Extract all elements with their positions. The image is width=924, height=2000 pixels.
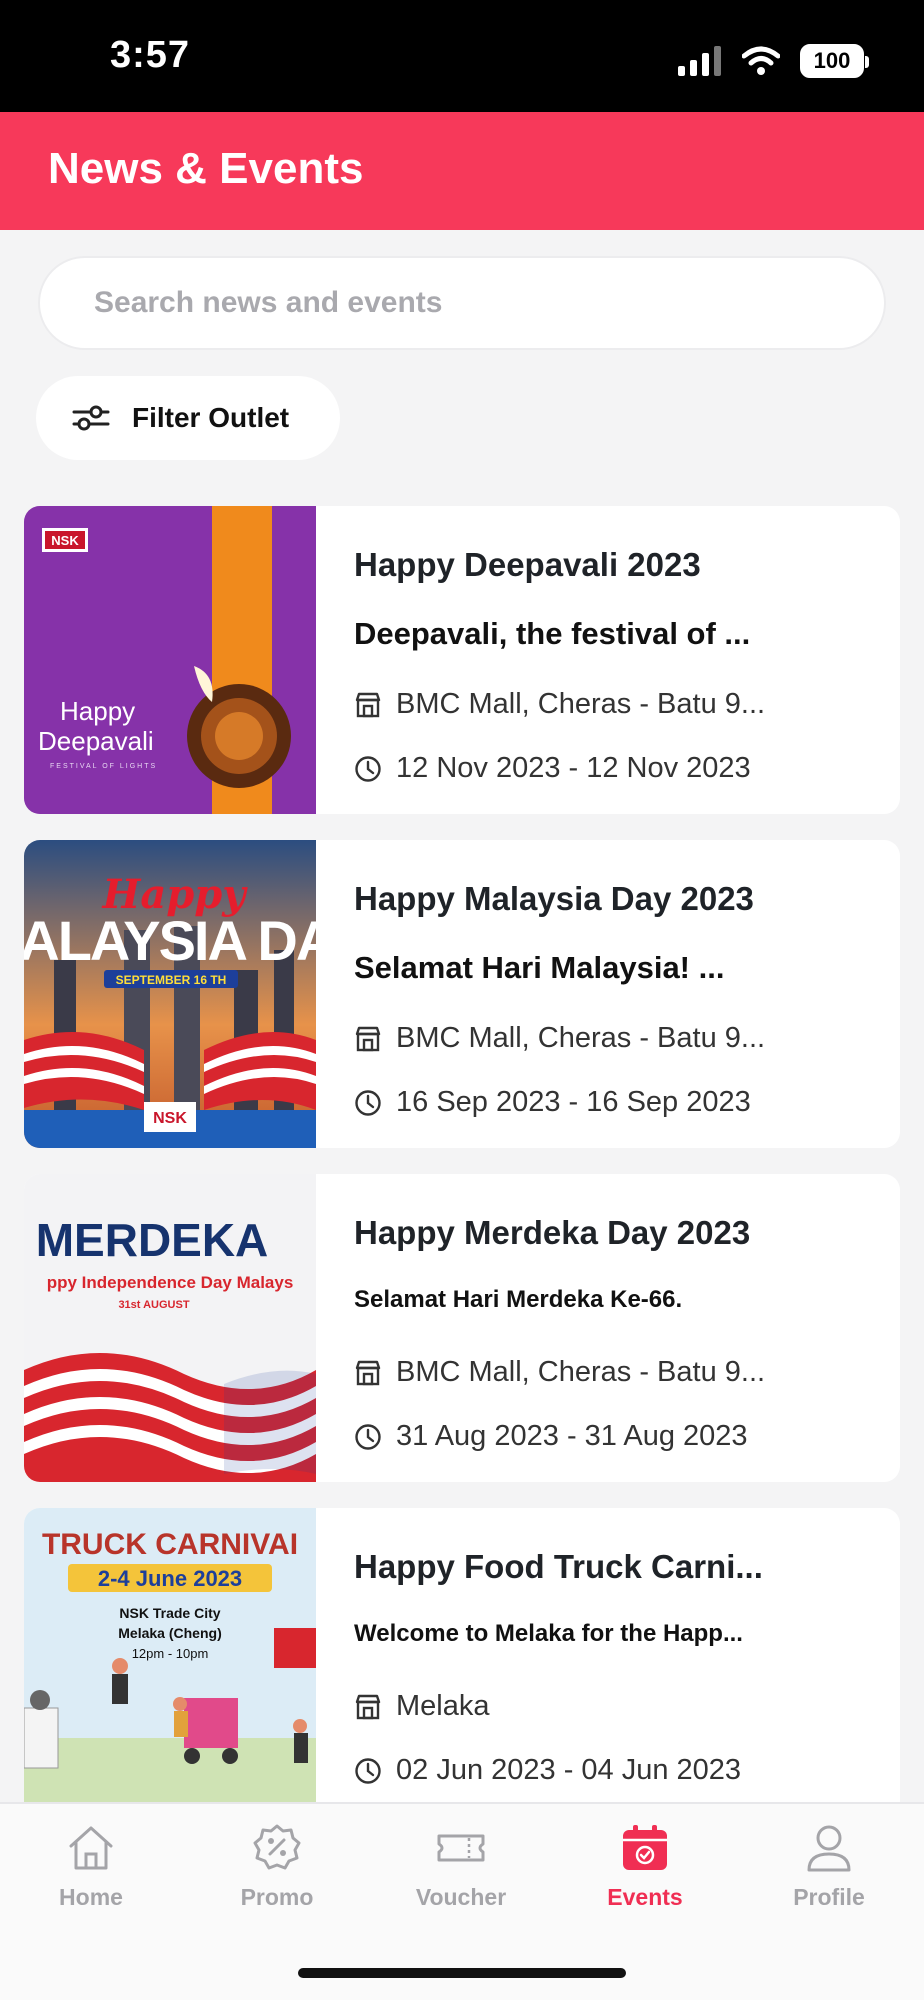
profile-icon: [807, 1825, 851, 1872]
event-outlet-row: BMC Mall, Cheras - Batu 9...: [354, 1356, 826, 1389]
event-outlet: BMC Mall, Cheras - Batu 9...: [396, 688, 766, 720]
filter-sliders-icon: [72, 405, 110, 431]
event-card-body: Happy Merdeka Day 2023 Selamat Hari Merd…: [354, 1174, 874, 1482]
status-icons: 100: [678, 44, 869, 78]
event-card-body: Happy Malaysia Day 2023 Selamat Hari Mal…: [354, 840, 874, 1148]
wifi-icon: [742, 46, 780, 75]
nav-voucher-label: Voucher: [415, 1884, 507, 1910]
event-image-deepavali: NSK Happy Deepavali FESTIVAL OF LIGHTS: [24, 506, 316, 814]
truck-dates: 2-4 June 2023: [98, 1566, 242, 1591]
event-card-deepavali[interactable]: NSK Happy Deepavali FESTIVAL OF LIGHTS H…: [24, 506, 900, 814]
filter-outlet-label: Filter Outlet: [132, 402, 290, 433]
event-outlet-row: BMC Mall, Cheras - Batu 9...: [354, 1022, 826, 1055]
event-description: Selamat Hari Merdeka Ke-66.: [354, 1286, 683, 1313]
store-icon: [355, 692, 381, 717]
event-card-food-truck[interactable]: TRUCK CARNIVAI 2-4 June 2023 NSK Trade C…: [24, 1508, 900, 1802]
event-description: Welcome to Melaka for the Happ...: [354, 1620, 743, 1647]
store-icon: [355, 1026, 381, 1051]
merdeka-headline: MERDEKA: [36, 1214, 269, 1266]
event-date: 02 Jun 2023 - 04 Jun 2023: [396, 1754, 742, 1786]
nav-promo[interactable]: Promo: [202, 1822, 352, 1932]
nav-home[interactable]: Home: [16, 1822, 166, 1932]
event-outlet-row: Melaka: [354, 1690, 826, 1723]
nav-promo-label: Promo: [240, 1884, 314, 1910]
event-title: Happy Merdeka Day 2023: [354, 1214, 751, 1251]
malaysia-headline: IALAYSIA DA: [24, 909, 316, 972]
status-time: 3:57: [110, 34, 191, 76]
nav-profile-label: Profile: [793, 1884, 865, 1910]
clock-icon: [355, 1089, 381, 1116]
deepavali-line2: Deepavali: [38, 726, 154, 756]
store-icon: [355, 1360, 381, 1385]
event-outlet-row: BMC Mall, Cheras - Batu 9...: [354, 688, 826, 721]
event-card-malaysia-day[interactable]: Happy IALAYSIA DA SEPTEMBER 16 TH NSK Ha…: [24, 840, 900, 1148]
event-title: Happy Malaysia Day 2023: [354, 880, 754, 917]
event-date-row: 31 Aug 2023 - 31 Aug 2023: [354, 1420, 826, 1453]
truck-hours: 12pm - 10pm: [132, 1646, 209, 1661]
deepavali-line1: Happy: [60, 696, 135, 726]
nav-profile[interactable]: Profile: [754, 1822, 904, 1932]
signal-icon: [678, 46, 721, 76]
deepavali-line3: FESTIVAL OF LIGHTS: [50, 763, 157, 770]
event-outlet: Melaka: [396, 1690, 490, 1722]
event-title: Happy Food Truck Carni...: [354, 1548, 763, 1585]
event-image-food-truck: TRUCK CARNIVAI 2-4 June 2023 NSK Trade C…: [24, 1508, 316, 1802]
event-date-row: 12 Nov 2023 - 12 Nov 2023: [354, 752, 826, 785]
event-outlet: BMC Mall, Cheras - Batu 9...: [396, 1356, 766, 1388]
event-card-body: Happy Food Truck Carni... Welcome to Mel…: [354, 1508, 874, 1802]
clock-icon: [355, 1757, 381, 1784]
event-description: Selamat Hari Malaysia! ...: [354, 950, 725, 985]
malaysia-logo: NSK: [153, 1110, 187, 1127]
filter-outlet-button[interactable]: Filter Outlet: [36, 376, 340, 460]
event-card-merdeka[interactable]: MERDEKA ppy Independence Day Malays 31st…: [24, 1174, 900, 1482]
clock-icon: [355, 755, 381, 782]
nav-voucher[interactable]: Voucher: [386, 1822, 536, 1932]
deepavali-logo-text: NSK: [51, 533, 79, 548]
event-image-merdeka: MERDEKA ppy Independence Day Malays 31st…: [24, 1174, 316, 1482]
app-header: News & Events: [0, 112, 924, 230]
event-outlet: BMC Mall, Cheras - Batu 9...: [396, 1022, 766, 1054]
promo-badge-icon: [253, 1824, 301, 1870]
ticket-icon: [437, 1834, 485, 1862]
merdeka-date: 31st AUGUST: [118, 1299, 189, 1311]
event-date-row: 16 Sep 2023 - 16 Sep 2023: [354, 1086, 826, 1119]
nav-home-label: Home: [59, 1884, 123, 1910]
event-title: Happy Deepavali 2023: [354, 546, 701, 583]
merdeka-subline: ppy Independence Day Malays: [47, 1273, 294, 1292]
truck-venue1: NSK Trade City: [119, 1605, 220, 1621]
battery-indicator: 100: [800, 44, 869, 78]
clock-icon: [355, 1423, 381, 1450]
event-date: 31 Aug 2023 - 31 Aug 2023: [396, 1420, 748, 1452]
home-indicator: [298, 1968, 626, 1978]
event-date: 16 Sep 2023 - 16 Sep 2023: [396, 1086, 751, 1118]
nav-events-label: Events: [607, 1884, 683, 1910]
search-bar[interactable]: [38, 256, 886, 350]
malaysia-ribbon: SEPTEMBER 16 TH: [116, 973, 227, 987]
event-date: 12 Nov 2023 - 12 Nov 2023: [396, 752, 751, 784]
event-description: Deepavali, the festival of ...: [354, 616, 751, 651]
search-input[interactable]: [94, 258, 854, 348]
home-icon: [69, 1826, 113, 1870]
calendar-icon: [623, 1825, 667, 1870]
status-bar: 3:57 100: [0, 0, 924, 112]
event-card-body: Happy Deepavali 2023 Deepavali, the fest…: [354, 506, 874, 814]
truck-venue2: Melaka (Cheng): [118, 1625, 221, 1641]
event-image-malaysia-day: Happy IALAYSIA DA SEPTEMBER 16 TH NSK: [24, 840, 316, 1148]
truck-headline: TRUCK CARNIVAI: [42, 1528, 298, 1561]
event-date-row: 02 Jun 2023 - 04 Jun 2023: [354, 1754, 826, 1787]
store-icon: [355, 1694, 381, 1719]
nav-events[interactable]: Events: [570, 1822, 720, 1932]
page-title: News & Events: [48, 144, 364, 193]
